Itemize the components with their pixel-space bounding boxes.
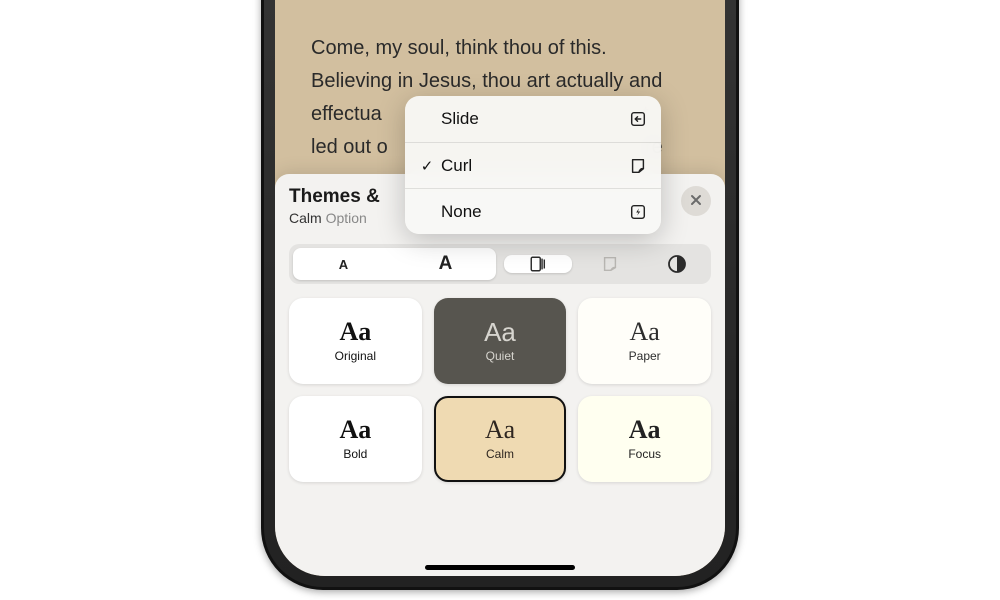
- scroll-mode-button[interactable]: [504, 255, 572, 273]
- menu-item-label: None: [437, 202, 625, 222]
- theme-sample-glyph: Aa: [485, 417, 515, 443]
- current-theme-name: Calm: [289, 210, 322, 226]
- theme-focus[interactable]: Aa Focus: [578, 396, 711, 482]
- theme-sample-glyph: Aa: [630, 319, 660, 345]
- close-icon: [690, 193, 702, 210]
- font-size-increase-button[interactable]: A: [395, 253, 496, 275]
- theme-label: Quiet: [486, 349, 515, 363]
- reader-line-fragment: led out o: [311, 136, 388, 158]
- checkmark-icon: ✓: [417, 157, 437, 175]
- contrast-circle-icon: [667, 254, 687, 274]
- reader-line-fragment: effectua: [311, 103, 382, 125]
- theme-label: Focus: [628, 447, 661, 461]
- theme-label: Paper: [629, 349, 661, 363]
- theme-calm[interactable]: Aa Calm: [434, 396, 567, 482]
- arrow-into-box-icon: [625, 110, 647, 128]
- theme-bold[interactable]: Aa Bold: [289, 396, 422, 482]
- theme-sample-glyph: Aa: [484, 319, 516, 345]
- theme-original[interactable]: Aa Original: [289, 298, 422, 384]
- reader-line: Believing in Jesus, thou art actually an…: [311, 70, 662, 92]
- close-sheet-button[interactable]: [681, 186, 711, 216]
- page-curl-icon: [625, 157, 647, 175]
- theme-label: Calm: [486, 447, 514, 461]
- theme-sample-glyph: Aa: [339, 319, 371, 345]
- invert-colors-button[interactable]: [643, 254, 711, 274]
- menu-item-none[interactable]: None: [405, 188, 661, 234]
- theme-sample-glyph: Aa: [629, 417, 661, 443]
- home-indicator[interactable]: [425, 565, 575, 570]
- menu-item-label: Curl: [437, 156, 625, 176]
- theme-label: Original: [335, 349, 376, 363]
- page-transition-menu: Slide ✓ Curl: [405, 96, 661, 234]
- menu-item-curl[interactable]: ✓ Curl: [405, 142, 661, 188]
- phone-frame: Come, my soul, think thou of this. Belie…: [261, 0, 739, 590]
- theme-label: Bold: [343, 447, 367, 461]
- theme-sample-glyph: Aa: [339, 417, 371, 443]
- menu-item-label: Slide: [437, 109, 625, 129]
- columns-icon: [529, 255, 547, 273]
- font-size-decrease-button[interactable]: A: [293, 257, 394, 272]
- phone-screen: Come, my soul, think thou of this. Belie…: [275, 0, 725, 576]
- menu-item-slide[interactable]: Slide: [405, 96, 661, 142]
- page-curl-icon: [601, 255, 619, 273]
- reader-line: Come, my soul, think thou of this.: [311, 37, 607, 59]
- page-transition-button[interactable]: [576, 255, 644, 273]
- themes-settings-sheet: Themes & Calm Option A: [275, 174, 725, 576]
- appearance-toolbar: A A: [289, 244, 711, 284]
- theme-quiet[interactable]: Aa Quiet: [434, 298, 567, 384]
- subtitle-options-word: Option: [326, 210, 367, 226]
- theme-paper[interactable]: Aa Paper: [578, 298, 711, 384]
- bolt-box-icon: [625, 203, 647, 221]
